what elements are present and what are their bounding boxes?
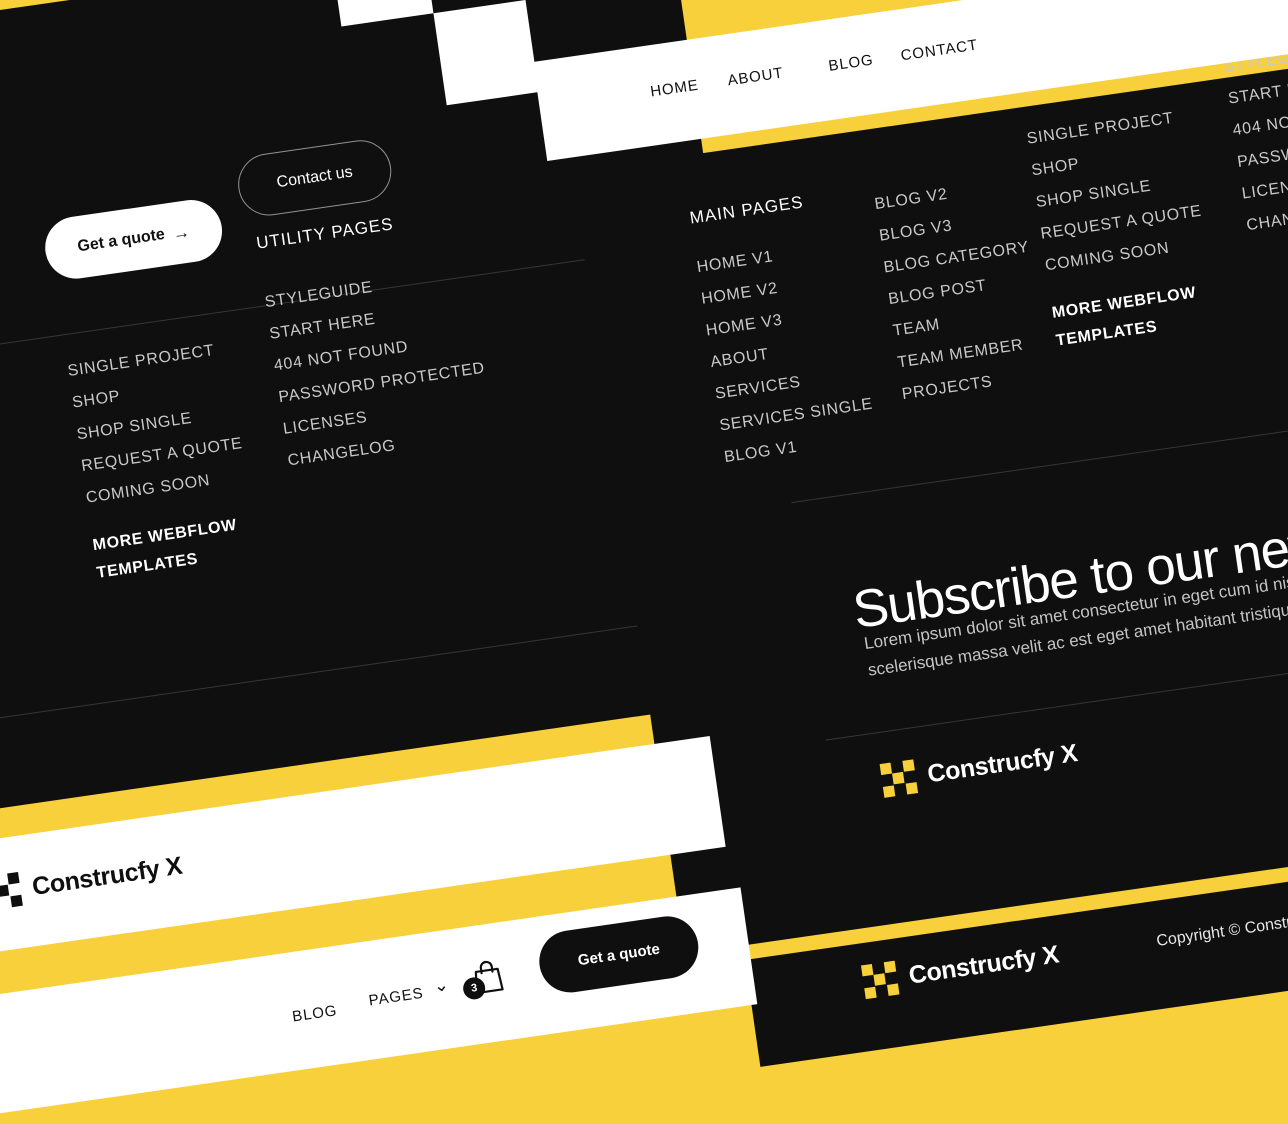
footer-link[interactable]: REQUEST A QUOTE — [80, 435, 243, 475]
nav-item-contact[interactable]: CONTACT — [900, 36, 979, 64]
footer-column-title: UTILITY PAGES — [255, 214, 395, 253]
brand-name: Construcfy X — [30, 851, 184, 901]
checkerboard-logo-icon — [0, 871, 23, 911]
footer-link[interactable]: START HERE — [268, 311, 376, 343]
shopping-bag-icon[interactable]: 3 — [461, 956, 507, 1001]
nav-item-pages-label: PAGES — [367, 984, 425, 1010]
nav-item-blog[interactable]: BLOG — [291, 1002, 338, 1025]
footer-column-title: MAIN PAGES — [688, 192, 805, 228]
footer-link[interactable]: BLOG POST — [887, 277, 987, 308]
get-a-quote-button[interactable]: Get a quote → — [41, 195, 227, 283]
get-a-quote-button[interactable]: Get a quote — [535, 912, 703, 997]
copyright-bar-logo[interactable]: Construcfy X — [860, 937, 1061, 1000]
footer-link[interactable]: BLOG CATEGORY — [883, 239, 1031, 277]
footer-link[interactable]: HOME V3 — [705, 312, 784, 340]
footer-link[interactable]: COMING SOON — [85, 472, 211, 507]
footer-link[interactable]: CHANGELOG — [287, 437, 397, 469]
more-webflow-templates-link-line1[interactable]: MORE WEBFLOW — [92, 517, 238, 555]
brand-name: Construcfy X — [906, 939, 1061, 990]
nav-item-about[interactable]: ABOUT — [726, 64, 784, 89]
footer-link[interactable]: HOME V1 — [696, 248, 775, 276]
bottom-bar-logo[interactable]: Construcfy X — [0, 849, 184, 911]
more-webflow-templates-link-line2[interactable]: TEMPLATES — [96, 550, 200, 581]
more-webflow-templates-link-line1[interactable]: MORE WEBFLOW — [1051, 284, 1197, 322]
footer-link[interactable]: SERVICES — [714, 374, 802, 403]
footer-link[interactable]: BLOG V1 — [723, 439, 798, 466]
footer-link[interactable]: SINGLE PROJECT — [1026, 110, 1175, 148]
contact-us-label: Contact us — [275, 163, 354, 192]
arrow-right-icon: → — [171, 221, 191, 244]
footer-link[interactable]: TEAM MEMBER — [896, 336, 1024, 371]
footer-link[interactable]: SHOP — [71, 388, 121, 412]
nav-item-home[interactable]: HOME — [649, 77, 700, 101]
footer-link[interactable]: START HERE — [1227, 76, 1288, 108]
footer-link[interactable]: TEAM — [892, 316, 941, 340]
footer-link[interactable]: LICENSES — [1241, 174, 1288, 203]
chevron-down-icon: ⌄ — [432, 973, 451, 997]
footer-link[interactable]: ABOUT — [709, 346, 770, 371]
checker-square-dark — [341, 13, 446, 118]
footer-link[interactable]: SINGLE PROJECT — [67, 342, 216, 380]
contact-us-button[interactable]: Contact us — [234, 136, 396, 220]
footer-logo[interactable]: Construcfy X — [879, 736, 1080, 798]
footer-link[interactable]: STYLEGUIDE — [264, 279, 374, 311]
footer-link[interactable]: BLOG V2 — [874, 186, 949, 213]
footer-link[interactable]: BLOG V3 — [878, 217, 953, 244]
footer-link[interactable]: 404 NOT FOUND — [1232, 103, 1288, 139]
get-a-quote-label: Get a quote — [76, 225, 166, 256]
footer-link[interactable]: SERVICES SINGLE — [719, 396, 874, 435]
brand-name: Construcfy X — [925, 738, 1080, 788]
more-webflow-templates-link-line2[interactable]: TEMPLATES — [1055, 318, 1159, 349]
nav-item-pages[interactable]: PAGES ⌄ — [367, 974, 451, 1011]
footer-link[interactable]: REQUEST A QUOTE — [1039, 203, 1202, 243]
footer-link[interactable]: SHOP SINGLE — [76, 410, 193, 443]
checker-square-white — [433, 0, 539, 106]
nav-item-blog[interactable]: BLOG — [827, 52, 874, 75]
composition-canvas: Get a quote → Contact us MAIN PAGES HOME… — [0, 0, 1288, 1124]
checkerboard-decoration — [328, 0, 539, 119]
footer-link[interactable]: PROJECTS — [901, 373, 994, 403]
checkerboard-logo-icon — [860, 960, 900, 1000]
footer-link[interactable]: 404 NOT FOUND — [273, 338, 409, 374]
copyright-text: Copyright © Construcfy X | D — [1155, 904, 1288, 951]
get-a-quote-label: Get a quote — [576, 940, 661, 969]
footer-link[interactable]: CHANGELOG — [1245, 202, 1288, 234]
footer-link[interactable]: SHOP SINGLE — [1035, 178, 1152, 211]
footer-link[interactable]: SHOP — [1030, 156, 1080, 180]
footer-link[interactable]: HOME V2 — [700, 280, 779, 308]
footer-link[interactable]: LICENSES — [282, 409, 368, 438]
checkerboard-logo-icon — [879, 759, 919, 798]
footer-link[interactable]: COMING SOON — [1044, 240, 1170, 275]
